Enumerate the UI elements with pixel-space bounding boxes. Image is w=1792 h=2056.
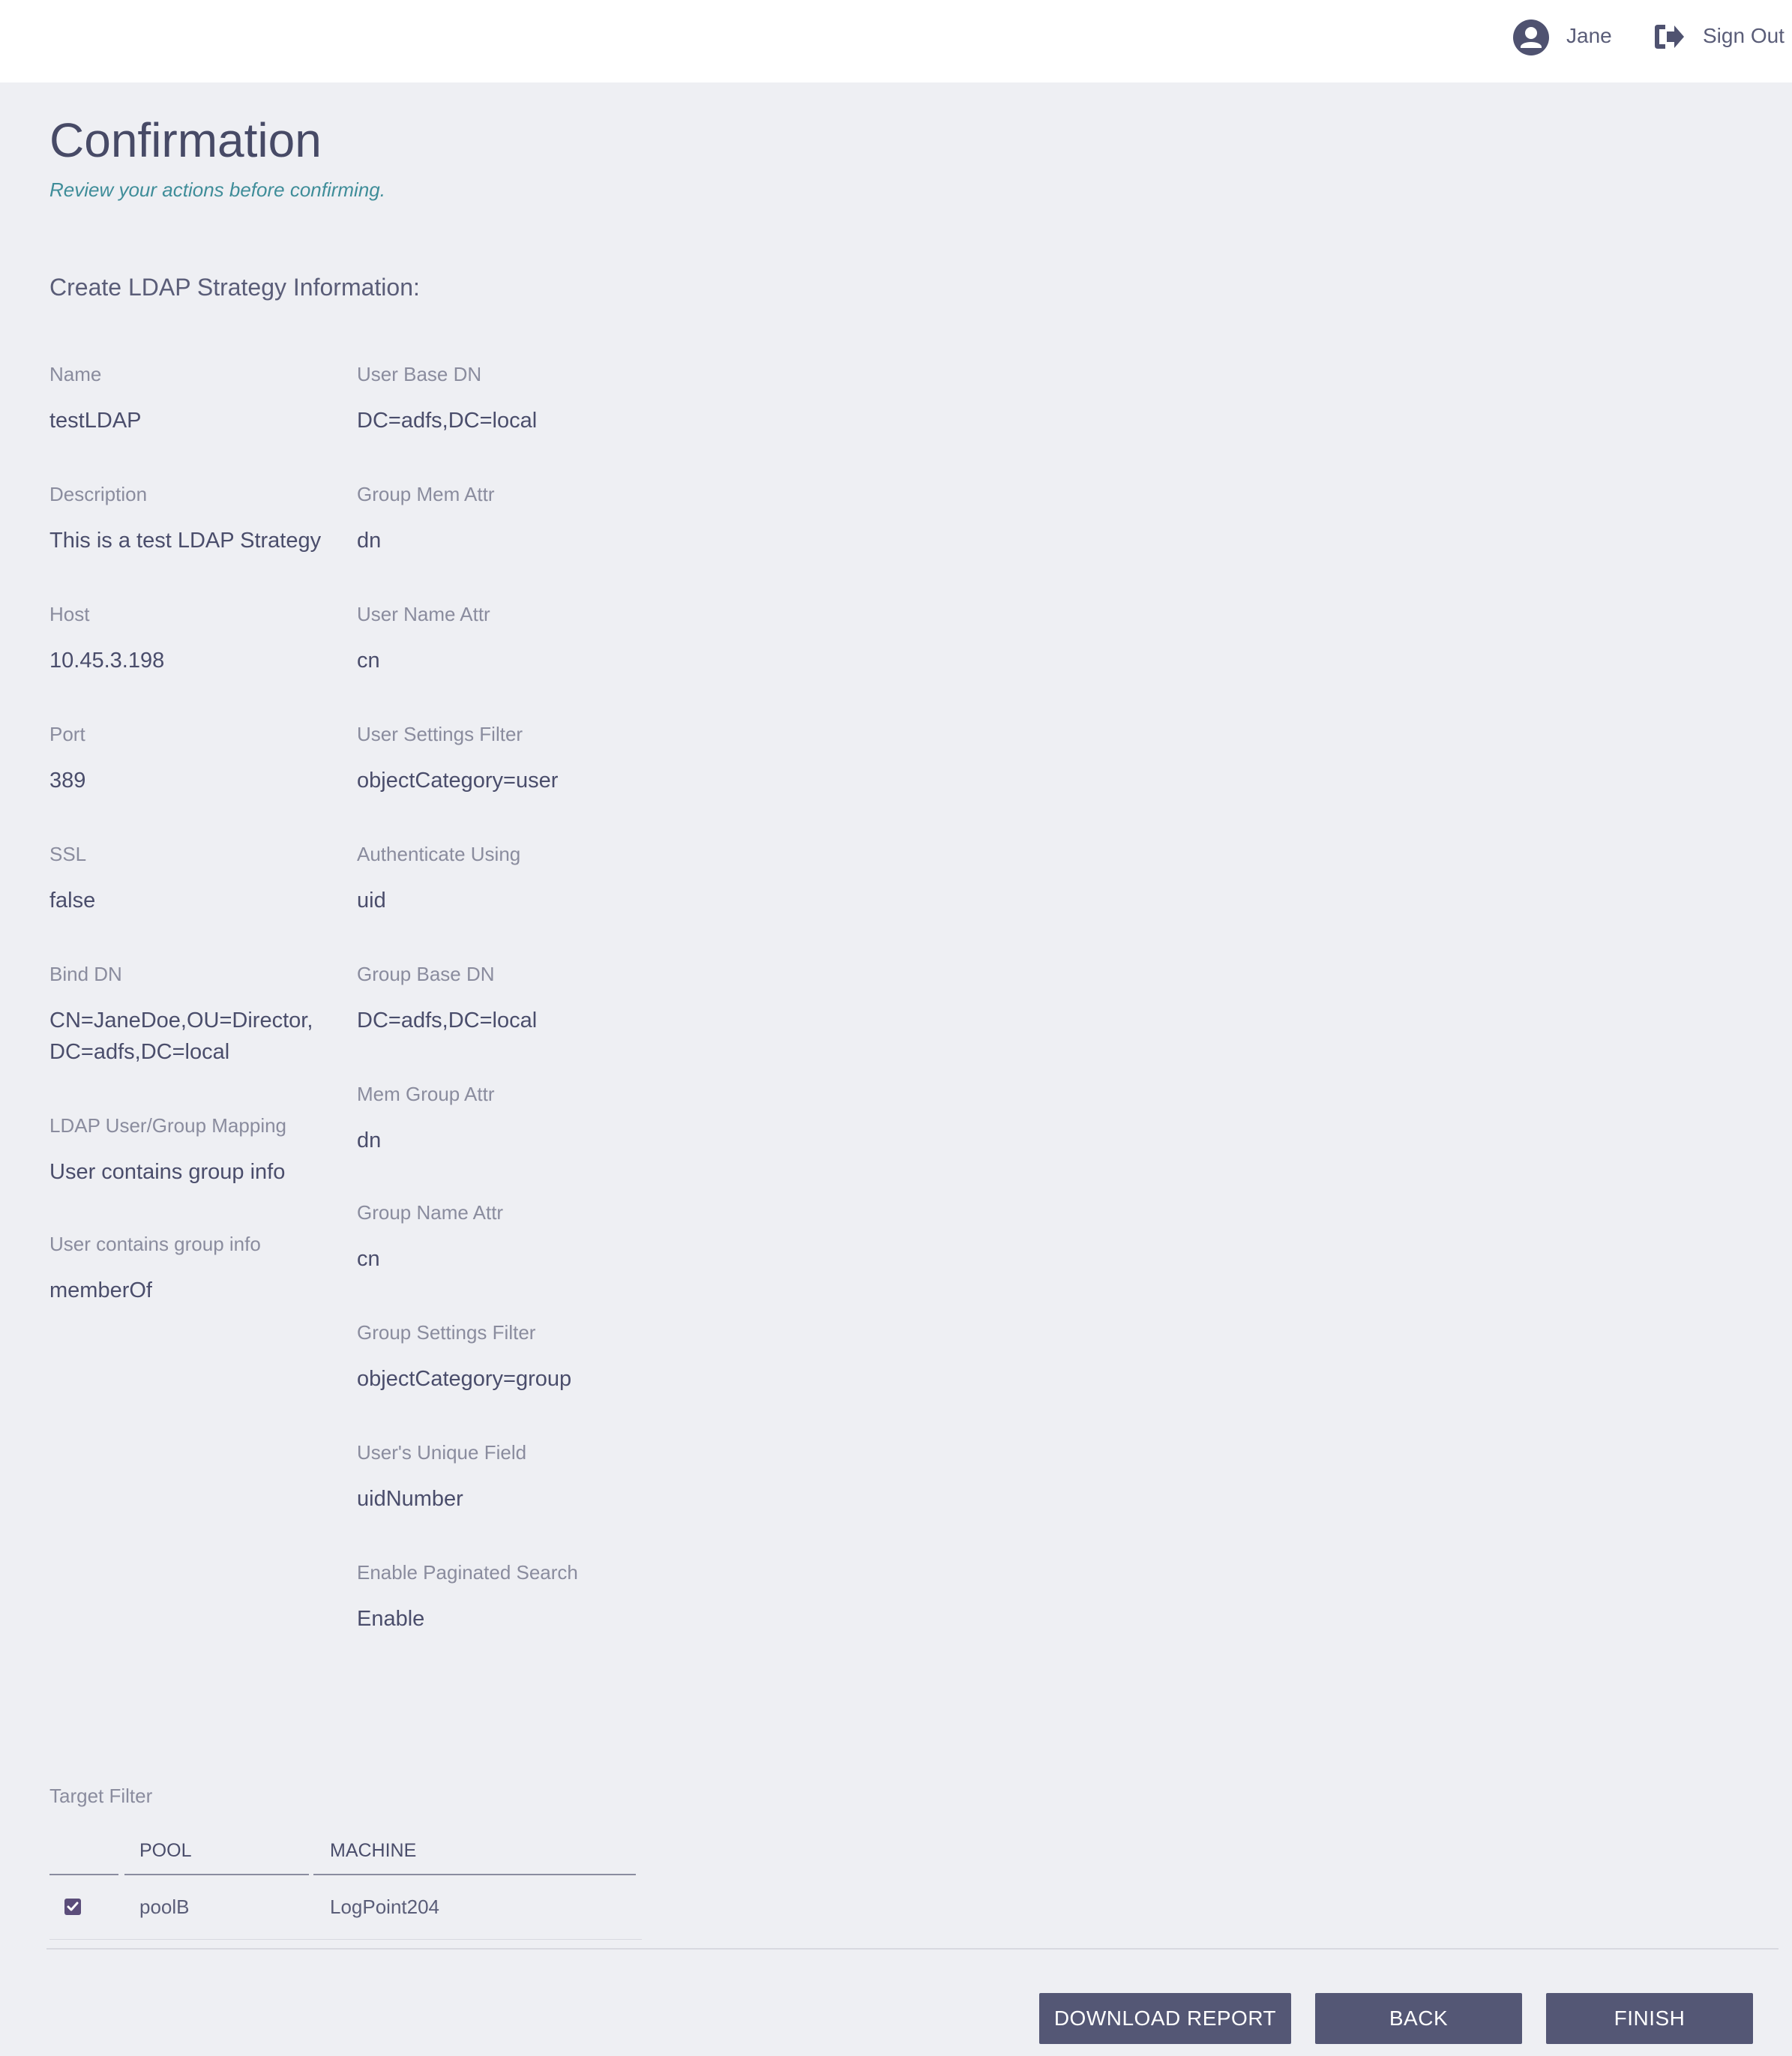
field-value: 389 bbox=[49, 769, 86, 793]
page-subtitle: Review your actions before confirming. bbox=[49, 178, 385, 201]
field-value: testLDAP bbox=[49, 409, 142, 433]
field-label: Group Settings Filter bbox=[357, 1321, 536, 1344]
field-label: User's Unique Field bbox=[357, 1441, 527, 1464]
cell-machine: LogPoint204 bbox=[330, 1896, 440, 1918]
field-label: Enable Paginated Search bbox=[357, 1561, 578, 1584]
field-authenticate-using: Authenticate Using uid bbox=[357, 841, 657, 916]
row-checkbox[interactable] bbox=[64, 1899, 81, 1915]
field-value: memberOf bbox=[49, 1278, 152, 1302]
column-header-pool[interactable]: POOL bbox=[139, 1840, 191, 1862]
field-value: cn bbox=[357, 649, 380, 673]
field-value: DC=adfs,DC=local bbox=[357, 409, 538, 433]
field-host: Host 10.45.3.198 bbox=[49, 601, 349, 676]
field-group-name-attr: Group Name Attr cn bbox=[357, 1200, 657, 1275]
sign-out-icon[interactable] bbox=[1652, 22, 1685, 52]
field-name: Name testLDAP bbox=[49, 361, 349, 436]
field-value: uidNumber bbox=[357, 1487, 463, 1511]
section-title: Create LDAP Strategy Information: bbox=[49, 274, 420, 301]
field-value: User contains group info bbox=[49, 1160, 286, 1184]
field-value: uid bbox=[357, 889, 386, 913]
field-group-mem-attr: Group Mem Attr dn bbox=[357, 481, 657, 556]
field-label: Description bbox=[49, 483, 148, 505]
field-label: Mem Group Attr bbox=[357, 1083, 495, 1105]
field-label: User Name Attr bbox=[357, 603, 490, 625]
field-label: Host bbox=[49, 603, 90, 625]
field-label: LDAP User/Group Mapping bbox=[49, 1114, 287, 1137]
field-group-base-dn: Group Base DN DC=adfs,DC=local bbox=[357, 961, 657, 1036]
field-enable-paginated-search: Enable Paginated Search Enable bbox=[357, 1560, 657, 1635]
header-divider bbox=[49, 1874, 118, 1875]
row-divider bbox=[49, 1939, 642, 1940]
field-value: This is a test LDAP Strategy bbox=[49, 529, 322, 553]
user-circle-icon[interactable] bbox=[1513, 19, 1549, 55]
field-bind-dn: Bind DN CN=JaneDoe,OU=Director,DC=adfs,D… bbox=[49, 961, 327, 1068]
field-label: Group Name Attr bbox=[357, 1201, 504, 1224]
target-filter-label: Target Filter bbox=[49, 1785, 153, 1807]
field-label: User contains group info bbox=[49, 1233, 261, 1255]
field-value: 10.45.3.198 bbox=[49, 649, 165, 673]
field-mem-group-attr: Mem Group Attr dn bbox=[357, 1081, 657, 1156]
field-users-unique-field: User's Unique Field uidNumber bbox=[357, 1440, 657, 1515]
field-group-settings-filter: Group Settings Filter objectCategory=gro… bbox=[357, 1320, 657, 1395]
sign-out-link[interactable]: Sign Out bbox=[1703, 24, 1785, 48]
field-label: User Base DN bbox=[357, 363, 482, 385]
field-port: Port 389 bbox=[49, 721, 349, 796]
field-value: dn bbox=[357, 1128, 382, 1152]
field-user-settings-filter: User Settings Filter objectCategory=user bbox=[357, 721, 657, 796]
field-label: Group Mem Attr bbox=[357, 483, 495, 505]
field-user-base-dn: User Base DN DC=adfs,DC=local bbox=[357, 361, 657, 436]
field-label: Bind DN bbox=[49, 963, 122, 985]
user-name[interactable]: Jane bbox=[1566, 24, 1612, 48]
field-value: objectCategory=group bbox=[357, 1367, 572, 1391]
field-ldap-mapping: LDAP User/Group Mapping User contains gr… bbox=[49, 1113, 349, 1188]
field-value: false bbox=[49, 889, 96, 913]
field-label: SSL bbox=[49, 843, 87, 865]
field-ssl: SSL false bbox=[49, 841, 349, 916]
field-label: Group Base DN bbox=[357, 963, 495, 985]
field-user-contains-group-info: User contains group info memberOf bbox=[49, 1231, 349, 1306]
download-report-button[interactable]: DOWNLOAD REPORT bbox=[1039, 1993, 1291, 2044]
column-header-machine[interactable]: MACHINE bbox=[330, 1840, 416, 1862]
header-divider bbox=[313, 1874, 636, 1875]
checkmark-icon bbox=[67, 1902, 79, 1911]
field-value: Enable bbox=[357, 1607, 425, 1631]
field-value: DC=adfs,DC=local bbox=[357, 1009, 538, 1032]
field-value: CN=JaneDoe,OU=Director,DC=adfs,DC=local bbox=[49, 1009, 313, 1064]
field-value: cn bbox=[357, 1247, 380, 1271]
field-value: objectCategory=user bbox=[357, 769, 559, 793]
top-bar: Jane Sign Out bbox=[0, 0, 1792, 82]
field-label: Port bbox=[49, 723, 85, 745]
field-user-name-attr: User Name Attr cn bbox=[357, 601, 657, 676]
back-button[interactable]: BACK bbox=[1315, 1993, 1522, 2044]
footer-divider bbox=[46, 1948, 1779, 1950]
field-label: Name bbox=[49, 363, 102, 385]
page-title: Confirmation bbox=[49, 113, 322, 167]
field-description: Description This is a test LDAP Strategy bbox=[49, 481, 349, 556]
field-label: Authenticate Using bbox=[357, 843, 521, 865]
field-label: User Settings Filter bbox=[357, 723, 523, 745]
field-value: dn bbox=[357, 529, 382, 553]
cell-pool: poolB bbox=[139, 1896, 190, 1918]
finish-button[interactable]: FINISH bbox=[1546, 1993, 1753, 2044]
header-divider bbox=[124, 1874, 309, 1875]
